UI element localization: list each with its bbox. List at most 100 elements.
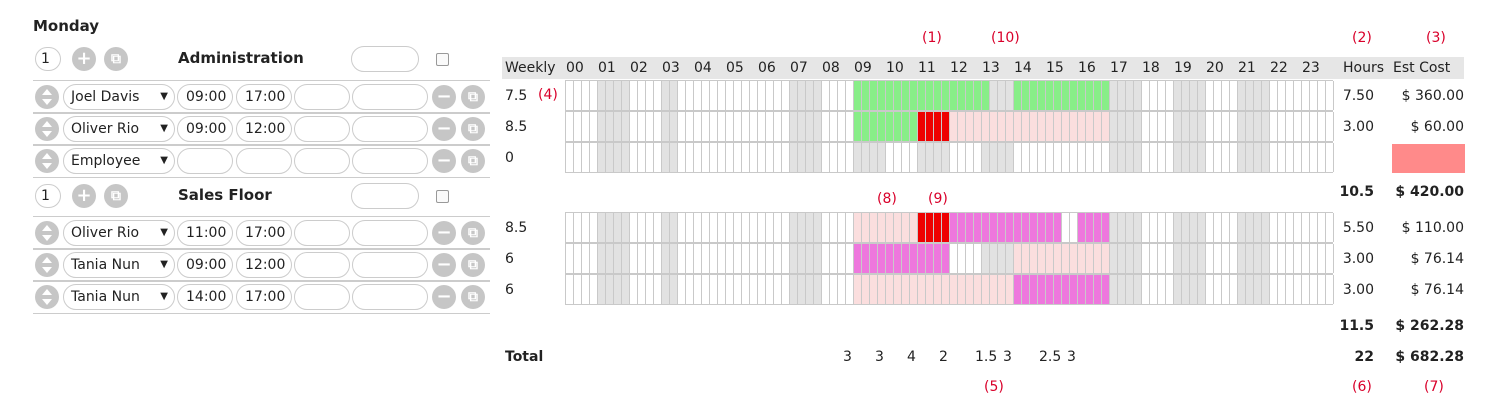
section-checkbox[interactable] — [436, 53, 449, 66]
time-slot[interactable] — [1238, 213, 1246, 242]
time-slot[interactable] — [942, 81, 950, 110]
time-slot[interactable] — [990, 213, 998, 242]
time-slot[interactable] — [950, 244, 958, 273]
note-input[interactable] — [352, 252, 428, 278]
time-slot[interactable] — [894, 143, 902, 172]
time-slot[interactable] — [966, 275, 974, 304]
time-slot[interactable] — [1022, 244, 1030, 273]
time-slot[interactable] — [750, 213, 758, 242]
time-slot[interactable] — [998, 112, 1006, 141]
time-slot[interactable] — [622, 112, 630, 141]
time-slot[interactable] — [638, 275, 646, 304]
section-note-input[interactable] — [351, 183, 419, 209]
time-slot[interactable] — [926, 244, 934, 273]
time-slot[interactable] — [606, 213, 614, 242]
time-slot[interactable] — [710, 143, 718, 172]
time-slot[interactable] — [846, 275, 854, 304]
time-slot[interactable] — [646, 275, 654, 304]
time-slot[interactable] — [966, 112, 974, 141]
time-slot[interactable] — [1214, 213, 1222, 242]
time-slot[interactable] — [758, 275, 766, 304]
time-slot[interactable] — [790, 143, 798, 172]
time-slot[interactable] — [750, 275, 758, 304]
time-slot[interactable] — [822, 244, 830, 273]
time-slot[interactable] — [582, 213, 590, 242]
time-slot[interactable] — [1198, 213, 1206, 242]
time-slot[interactable] — [1278, 81, 1286, 110]
time-slot[interactable] — [574, 143, 582, 172]
time-slot[interactable] — [966, 143, 974, 172]
time-slot[interactable] — [790, 112, 798, 141]
time-slot[interactable] — [1310, 244, 1318, 273]
time-slot[interactable] — [670, 112, 678, 141]
time-slot[interactable] — [1150, 112, 1158, 141]
time-slot[interactable] — [774, 275, 782, 304]
reorder-icon[interactable] — [35, 285, 59, 309]
time-slot[interactable] — [1270, 213, 1278, 242]
time-slot[interactable] — [998, 244, 1006, 273]
time-slot[interactable] — [1110, 213, 1118, 242]
time-slot[interactable] — [886, 81, 894, 110]
reorder-icon[interactable] — [35, 149, 59, 173]
time-slot[interactable] — [854, 143, 862, 172]
reorder-icon[interactable] — [35, 85, 59, 109]
time-slot[interactable] — [566, 81, 574, 110]
note-input[interactable] — [352, 284, 428, 310]
copy-icon[interactable]: ⧉ — [104, 184, 128, 208]
time-slot[interactable] — [1078, 213, 1086, 242]
time-slot[interactable] — [1230, 275, 1238, 304]
time-slot[interactable] — [846, 244, 854, 273]
remove-shift-icon[interactable]: − — [432, 285, 456, 309]
time-slot[interactable] — [1118, 81, 1126, 110]
time-slot[interactable] — [1286, 213, 1294, 242]
time-slot[interactable] — [774, 143, 782, 172]
time-slot[interactable] — [1262, 275, 1270, 304]
time-slot[interactable] — [566, 112, 574, 141]
time-slot[interactable] — [1030, 112, 1038, 141]
time-slot[interactable] — [806, 244, 814, 273]
time-slot[interactable] — [622, 143, 630, 172]
copy-shift-icon[interactable]: ⧉ — [461, 117, 485, 141]
time-slot[interactable] — [854, 275, 862, 304]
time-slot[interactable] — [822, 213, 830, 242]
time-slot[interactable] — [1246, 81, 1254, 110]
time-slot[interactable] — [1182, 244, 1190, 273]
time-slot[interactable] — [1110, 112, 1118, 141]
time-slot[interactable] — [1062, 112, 1070, 141]
time-slot[interactable] — [1294, 143, 1302, 172]
time-slot[interactable] — [846, 81, 854, 110]
time-slot[interactable] — [1006, 244, 1014, 273]
time-slot[interactable] — [830, 143, 838, 172]
time-slot[interactable] — [734, 112, 742, 141]
time-slot[interactable] — [1286, 81, 1294, 110]
time-slot[interactable] — [910, 112, 918, 141]
time-slot[interactable] — [670, 213, 678, 242]
time-slot[interactable] — [974, 275, 982, 304]
time-slot[interactable] — [614, 213, 622, 242]
time-slot[interactable] — [1214, 81, 1222, 110]
time-slot[interactable] — [1014, 244, 1022, 273]
time-slot[interactable] — [1198, 143, 1206, 172]
time-slot[interactable] — [990, 112, 998, 141]
time-slot[interactable] — [710, 275, 718, 304]
time-slot[interactable] — [1230, 213, 1238, 242]
time-slot[interactable] — [1110, 275, 1118, 304]
start-time-input[interactable]: 14:00 — [177, 284, 233, 310]
time-slot[interactable] — [1246, 244, 1254, 273]
time-slot[interactable] — [862, 275, 870, 304]
time-slot[interactable] — [918, 213, 926, 242]
time-slot[interactable] — [1126, 244, 1134, 273]
time-slot[interactable] — [670, 81, 678, 110]
time-slot[interactable] — [1038, 275, 1046, 304]
time-slot[interactable] — [598, 112, 606, 141]
time-slot[interactable] — [1270, 112, 1278, 141]
time-slot[interactable] — [870, 112, 878, 141]
time-slot[interactable] — [958, 143, 966, 172]
time-slot[interactable] — [1262, 112, 1270, 141]
time-slot[interactable] — [1006, 81, 1014, 110]
time-slot[interactable] — [902, 213, 910, 242]
time-slot[interactable] — [814, 81, 822, 110]
end-time-input[interactable]: 17:00 — [236, 284, 292, 310]
time-slot[interactable] — [1014, 213, 1022, 242]
time-slot[interactable] — [862, 143, 870, 172]
